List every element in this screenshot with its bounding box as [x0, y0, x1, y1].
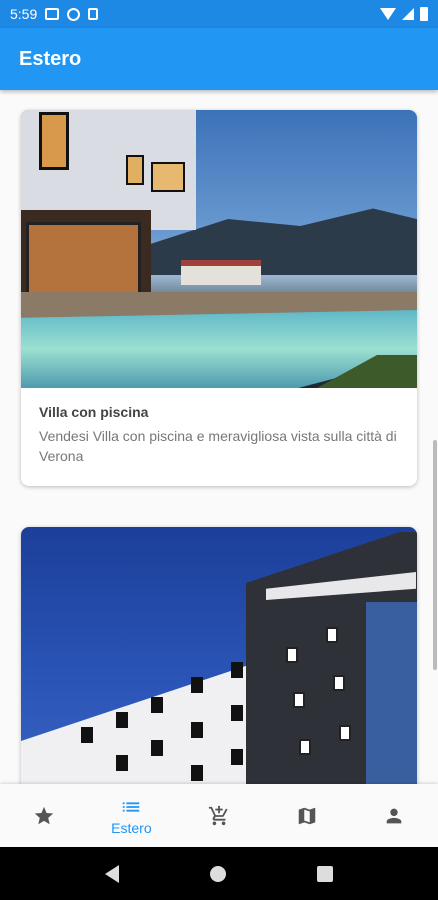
listing-title: Villa con piscina	[39, 404, 149, 420]
scrollbar[interactable]	[433, 440, 437, 670]
nav-item-profile[interactable]	[350, 784, 438, 847]
status-bar: 5:59	[0, 0, 438, 28]
page-title: Estero	[19, 47, 82, 70]
star-icon	[34, 806, 53, 824]
battery-icon	[420, 7, 428, 21]
nav-item-estero[interactable]: Estero	[88, 784, 176, 847]
signal-icon	[402, 8, 414, 20]
map-icon	[298, 807, 315, 824]
nav-item-map[interactable]	[263, 784, 351, 847]
status-time: 5:59	[10, 6, 38, 22]
home-icon[interactable]	[209, 865, 226, 882]
wifi-icon	[380, 8, 396, 20]
villa-pool-image	[21, 110, 417, 388]
app-icon	[67, 7, 81, 21]
listing-card[interactable]: Villa con piscina Vendesi Villa con pisc…	[21, 110, 417, 486]
gallery-icon	[45, 8, 60, 20]
listing-card[interactable]	[21, 527, 417, 784]
hotel-building-image	[21, 527, 417, 784]
person-icon	[386, 808, 402, 823]
listing-description: Vendesi Villa con piscina e meravigliosa…	[39, 428, 397, 464]
system-nav-bar	[0, 847, 438, 900]
app-bar: Estero	[0, 28, 438, 90]
list-icon	[123, 801, 140, 812]
recents-icon[interactable]	[316, 865, 333, 882]
back-icon[interactable]	[105, 864, 120, 883]
nav-label-estero: Estero	[111, 819, 152, 836]
sd-card-icon	[88, 8, 99, 20]
bottom-nav: Estero	[0, 784, 438, 847]
nav-item-favorites[interactable]	[0, 784, 88, 847]
nav-item-cart[interactable]	[175, 784, 263, 847]
listing-feed[interactable]: Villa con piscina Vendesi Villa con pisc…	[0, 90, 438, 784]
cart-add-icon	[208, 805, 228, 825]
